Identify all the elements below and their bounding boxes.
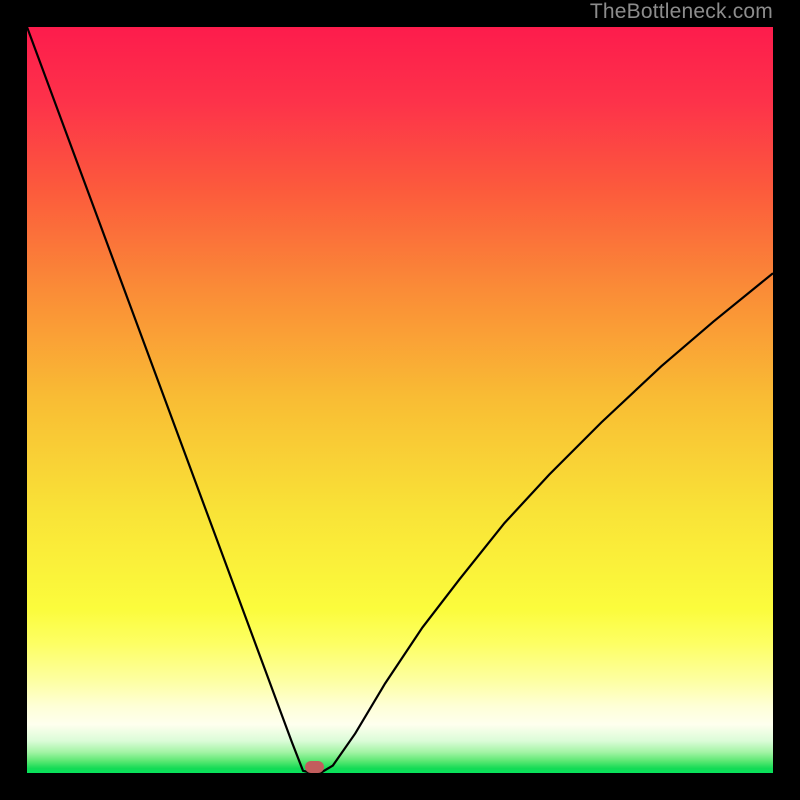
chart-area <box>27 27 773 773</box>
optimal-point-marker <box>305 761 324 773</box>
watermark-text: TheBottleneck.com <box>590 0 773 24</box>
bottleneck-curve <box>27 27 773 773</box>
